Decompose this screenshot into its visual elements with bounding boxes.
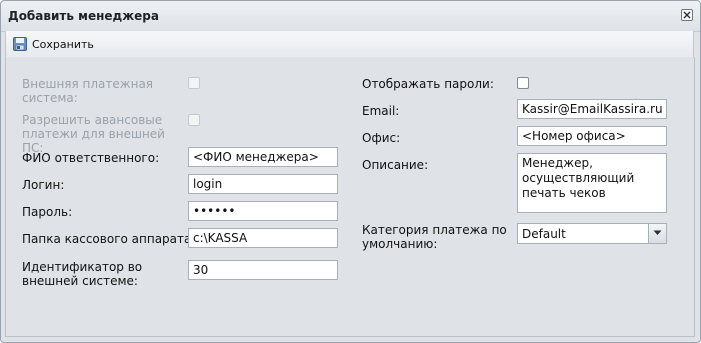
category-select-value: Default	[522, 227, 566, 241]
external-system-checkbox[interactable]	[188, 77, 200, 89]
office-input[interactable]: <Номер офиса>	[517, 126, 667, 146]
title-bar[interactable]: Добавить менеджера	[1, 1, 700, 32]
save-icon	[13, 37, 27, 51]
login-label: Логин:	[22, 178, 65, 192]
email-label: Email:	[362, 104, 400, 118]
dialog-title: Добавить менеджера	[8, 9, 159, 23]
close-icon[interactable]	[681, 9, 693, 21]
save-button[interactable]: Сохранить	[12, 35, 94, 53]
description-label: Описание:	[362, 158, 429, 172]
folder-input[interactable]: c:\KASSA	[188, 228, 338, 248]
office-label: Офис:	[362, 131, 401, 145]
save-button-label: Сохранить	[32, 37, 94, 51]
show-passwords-label: Отображать пароли:	[362, 77, 494, 91]
fio-input[interactable]: <ФИО менеджера>	[188, 147, 338, 167]
email-input[interactable]: Kassir@EmailKassira.ru	[517, 99, 667, 119]
toolbar: Сохранить	[5, 31, 694, 58]
external-system-label: Внешняя платежная система:	[22, 77, 154, 105]
description-textarea[interactable]: Менеджер, осуществляющий печать чеков	[517, 153, 667, 213]
fio-label: ФИО ответственного:	[22, 151, 160, 165]
show-passwords-checkbox[interactable]	[517, 77, 529, 89]
allow-advance-checkbox[interactable]	[188, 114, 200, 126]
ext-id-label: Идентификатор во внешней системе:	[22, 260, 143, 288]
chevron-down-icon[interactable]	[648, 224, 666, 243]
login-input[interactable]: login	[188, 174, 338, 194]
folder-label: Папка кассового аппарата:	[22, 232, 196, 246]
password-label: Пароль:	[22, 205, 73, 219]
category-label: Категория платежа по умолчанию:	[362, 223, 507, 251]
password-input[interactable]: ••••••	[188, 201, 338, 221]
allow-advance-label: Разрешить авансовые платежи для внешней …	[22, 113, 165, 155]
dialog-window: Добавить менеджера Сохранить Внешняя пла…	[0, 0, 701, 343]
category-select[interactable]: Default	[517, 223, 667, 244]
form-panel: Внешняя платежная система: Разрешить ава…	[5, 57, 695, 337]
ext-id-input[interactable]: 30	[188, 260, 338, 280]
